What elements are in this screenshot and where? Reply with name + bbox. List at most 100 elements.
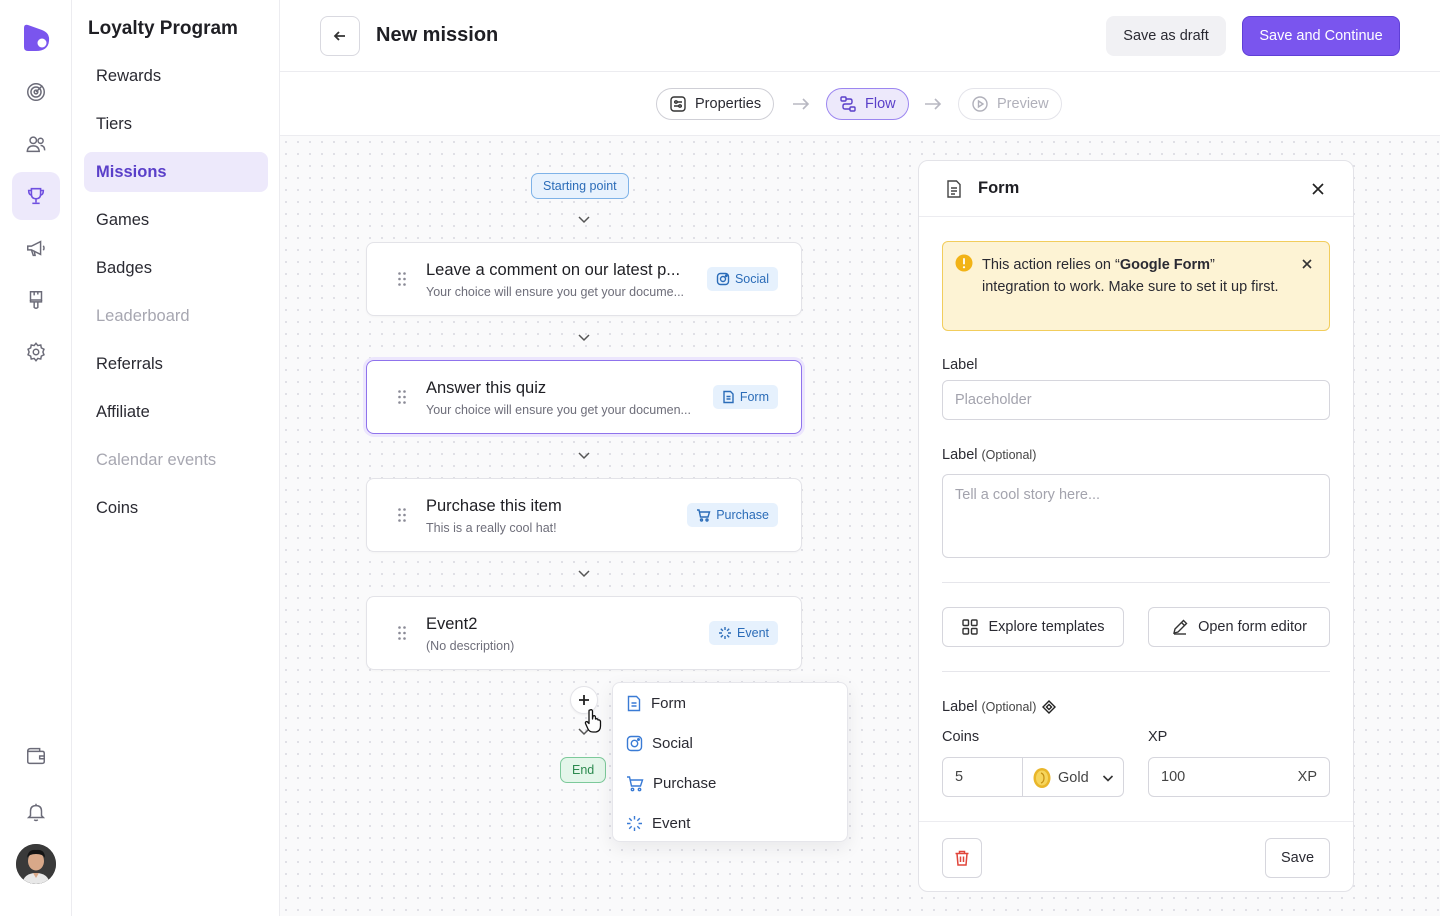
drag-handle-icon[interactable] <box>397 625 407 641</box>
step-label: Preview <box>997 96 1049 112</box>
step-properties[interactable]: Properties <box>656 88 775 120</box>
badge-label: Form <box>739 390 769 404</box>
trophy-icon[interactable] <box>12 172 60 220</box>
optional-tag: (Optional) <box>981 700 1037 714</box>
save-and-continue-button[interactable]: Save and Continue <box>1242 16 1400 56</box>
flow-card-event[interactable]: Event2 (No description) Event <box>366 596 802 670</box>
integration-warning: This action relies on “Google Form” inte… <box>942 241 1330 331</box>
divider <box>942 582 1330 583</box>
menu-item-event[interactable]: Event <box>613 803 849 843</box>
open-form-editor-button[interactable]: Open form editor <box>1148 607 1330 647</box>
menu-item-social[interactable]: Social <box>613 723 849 763</box>
close-panel-button[interactable] <box>1309 180 1327 198</box>
chevron-down-icon <box>576 566 592 580</box>
arrow-left-icon <box>333 31 345 41</box>
save-as-draft-button[interactable]: Save as draft <box>1106 16 1226 56</box>
divider <box>942 671 1330 672</box>
sidebar-title: Loyalty Program <box>88 18 238 39</box>
type-badge-event: Event <box>709 621 778 645</box>
card-title: Leave a comment on our latest p... <box>426 261 681 279</box>
bell-icon[interactable] <box>12 788 60 836</box>
card-description: (No description) <box>426 639 515 653</box>
menu-item-label: Event <box>652 814 691 832</box>
coins-label: Coins <box>942 729 980 745</box>
menu-item-form[interactable]: Form <box>613 683 849 723</box>
currency-label: Gold <box>1058 770 1089 786</box>
avatar[interactable] <box>16 844 56 884</box>
badge-label: Event <box>737 626 769 640</box>
card-title: Answer this quiz <box>426 379 547 397</box>
sidebar-item-tiers[interactable]: Tiers <box>84 104 268 144</box>
dismiss-warning-button[interactable] <box>1300 257 1314 271</box>
card-title: Purchase this item <box>426 497 562 515</box>
users-icon[interactable] <box>12 120 60 168</box>
save-button[interactable]: Save <box>1265 838 1330 878</box>
logo[interactable] <box>20 22 52 54</box>
sidebar-item-rewards[interactable]: Rewards <box>84 56 268 96</box>
grid-icon <box>962 619 979 635</box>
arrow-right-icon <box>791 95 811 113</box>
menu-item-label: Purchase <box>653 774 717 792</box>
sidebar-item-leaderboard: Leaderboard <box>96 306 190 325</box>
radar-icon[interactable] <box>12 68 60 116</box>
coins-input-group[interactable]: 5 Gold <box>942 757 1124 797</box>
back-button[interactable] <box>320 16 360 56</box>
form-icon <box>723 390 734 404</box>
button-label: Explore templates <box>988 619 1105 635</box>
drag-handle-icon[interactable] <box>397 507 407 523</box>
hand-cursor-icon <box>584 708 604 734</box>
warning-text-prefix: This action relies on “ <box>982 257 1120 273</box>
page-title: New mission <box>376 24 499 46</box>
step-flow[interactable]: Flow <box>826 88 909 120</box>
description-textarea[interactable]: Tell a cool story here... <box>942 474 1330 558</box>
xp-value[interactable]: 100 <box>1161 769 1185 785</box>
form-icon <box>626 695 642 712</box>
megaphone-icon[interactable] <box>12 224 60 272</box>
field-label-optional: Label (Optional) <box>942 447 1036 463</box>
explore-templates-button[interactable]: Explore templates <box>942 607 1124 647</box>
menu-item-label: Form <box>651 694 686 712</box>
coins-value[interactable]: 5 <box>955 769 963 785</box>
gear-icon[interactable] <box>12 328 60 376</box>
sidebar: Loyalty Program Rewards Tiers Missions G… <box>72 0 280 916</box>
plus-icon <box>579 695 589 705</box>
drag-handle-icon[interactable] <box>397 389 407 405</box>
step-label: Properties <box>695 96 762 112</box>
event-icon <box>626 815 643 832</box>
paint-brush-icon[interactable] <box>12 276 60 324</box>
page-header: New mission Save as draft Save and Conti… <box>280 0 1440 72</box>
sidebar-item-affiliate[interactable]: Affiliate <box>84 392 268 432</box>
sidebar-item-missions[interactable]: Missions <box>84 152 268 192</box>
delete-step-button[interactable] <box>942 838 982 878</box>
event-icon <box>719 627 732 639</box>
sidebar-item-calendar-events: Calendar events <box>96 450 217 469</box>
type-badge-form: Form <box>712 385 778 409</box>
warning-icon <box>955 254 973 272</box>
step-preview[interactable]: Preview <box>958 88 1062 120</box>
sidebar-item-coins[interactable]: Coins <box>84 488 268 528</box>
sidebar-item-referrals[interactable]: Referrals <box>84 344 268 384</box>
warning-text: This action relies on “Google Form” inte… <box>982 254 1282 298</box>
starting-point-pill: Starting point <box>531 173 629 199</box>
flow-card-purchase[interactable]: Purchase this item This is a really cool… <box>366 478 802 552</box>
button-label: Open form editor <box>1198 619 1307 635</box>
stepper: Properties Flow Preview <box>280 72 1440 136</box>
flow-card-social[interactable]: Leave a comment on our latest p... Your … <box>366 242 802 316</box>
menu-item-purchase[interactable]: Purchase <box>613 763 849 803</box>
wallet-icon[interactable] <box>12 732 60 780</box>
sidebar-item-badges[interactable]: Badges <box>84 248 268 288</box>
type-badge-purchase: Purchase <box>687 503 778 527</box>
optional-tag: (Optional) <box>981 448 1037 462</box>
flow-card-form[interactable]: Answer this quiz Your choice will ensure… <box>366 360 802 434</box>
xp-input[interactable]: 100 XP <box>1148 757 1330 797</box>
panel-title: Form <box>978 179 1020 197</box>
form-icon <box>945 179 963 199</box>
drag-handle-icon[interactable] <box>397 271 407 287</box>
arrow-right-icon <box>923 95 943 113</box>
trash-icon <box>955 850 969 866</box>
xp-suffix: XP <box>1297 769 1317 785</box>
currency-select[interactable]: Gold <box>1032 767 1115 789</box>
label-input[interactable]: Placeholder <box>942 380 1330 420</box>
badge-label: Social <box>734 272 769 286</box>
sidebar-item-games[interactable]: Games <box>84 200 268 240</box>
